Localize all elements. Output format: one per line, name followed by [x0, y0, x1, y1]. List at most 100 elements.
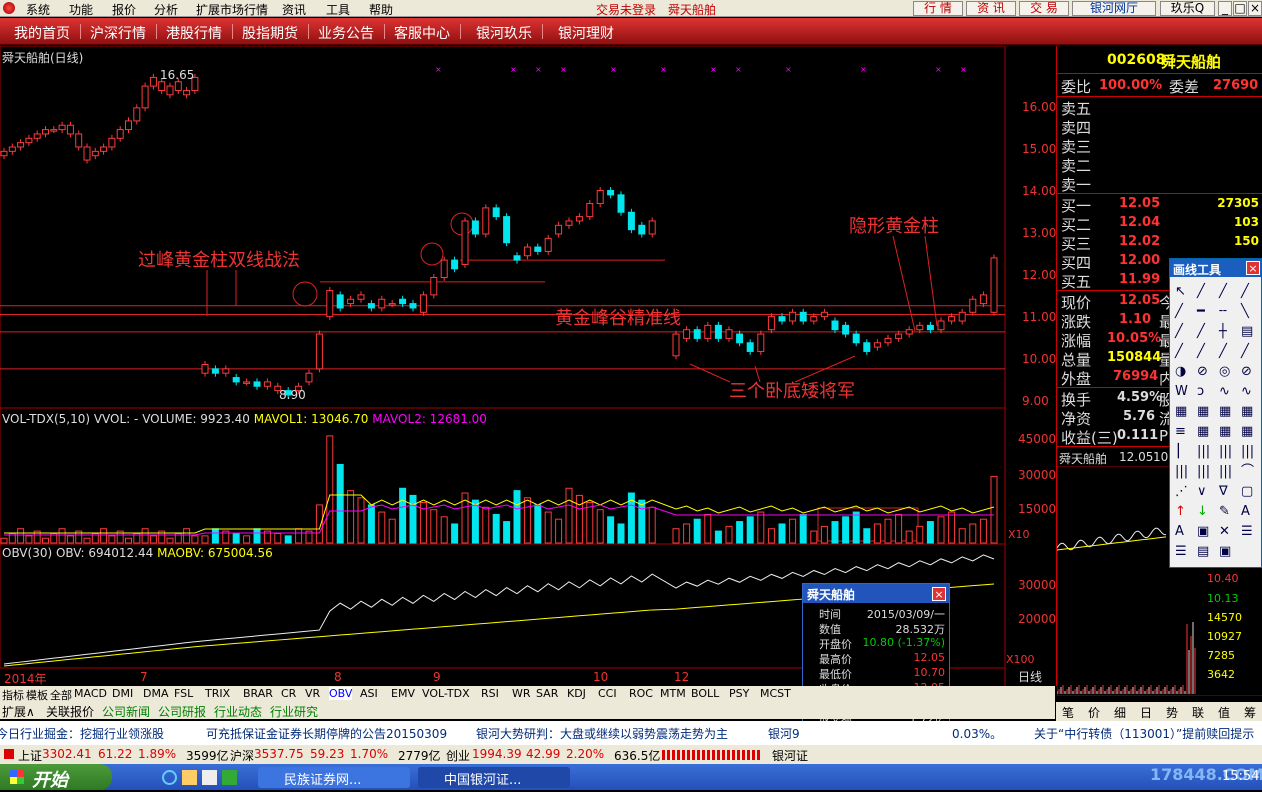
indicator-tab[interactable]: CR: [281, 687, 296, 700]
tab-company-news[interactable]: 公司新闻: [102, 703, 150, 720]
right-tab[interactable]: 日: [1140, 704, 1152, 721]
tab-industry-research[interactable]: 行业研究: [270, 703, 318, 720]
desktop-icon[interactable]: [202, 770, 217, 785]
btn-zixun[interactable]: 资 讯: [966, 1, 1016, 16]
indicator-tab[interactable]: DMI: [112, 687, 133, 700]
right-tab[interactable]: 筹: [1244, 704, 1256, 721]
close-icon[interactable]: ×: [1246, 261, 1260, 275]
indicator-tab[interactable]: BRAR: [243, 687, 273, 700]
windows-logo-icon: [10, 770, 24, 784]
right-tab[interactable]: 细: [1114, 704, 1126, 721]
tab-expand[interactable]: 扩展∧: [2, 703, 35, 720]
indicator-tab[interactable]: CCI: [598, 687, 617, 700]
indicator-tab[interactable]: MCST: [760, 687, 791, 700]
task-minzu[interactable]: 民族证券网...: [258, 767, 410, 788]
nav-notice[interactable]: 业务公告: [318, 23, 374, 43]
menu-help[interactable]: 帮助: [369, 1, 393, 18]
indicator-tab[interactable]: MTM: [660, 687, 686, 700]
indicator-tab[interactable]: WR: [512, 687, 531, 700]
nav-hk[interactable]: 港股行情: [166, 23, 222, 43]
draw-tool-grid[interactable]: ↖ ╱ ╱ ╱ ╱ ━ ╌ ╲ ╱ ╱ ┼ ▤ ╱ ╱ ╱ ╱ ◑ ⊘ ◎ ⊘ W ↄ ∿ ∿ ▦ ▦ ▦ ▦ ≡ ▦ ▦ ▦ ⎮ ||| ||| |…: [1170, 278, 1261, 568]
draw-tool-panel[interactable]: 画线工具 × ↖ ╱ ╱ ╱ ╱ ━ ╌ ╲ ╱ ╱ ┼ ▤ ╱ ╱ ╱ ╱ ◑ ⊘ ◎ ⊘ Wↄ ∿ ∿ ▦ ▦ ▦ ▦ ≡ ▦ ▦ ▦ ⎮…: [1169, 258, 1262, 568]
indicator-tab[interactable]: VR: [305, 687, 320, 700]
event-marker: ×: [560, 65, 567, 74]
indicator-tab[interactable]: 指标: [2, 687, 24, 703]
menu-quote[interactable]: 报价: [112, 1, 136, 18]
ticker-item[interactable]: 关于“中行转债（113001）”提前赎回提示: [1034, 725, 1254, 742]
close-icon[interactable]: ×: [932, 587, 946, 601]
indicator-tab[interactable]: EMV: [391, 687, 415, 700]
hs-label[interactable]: 沪深: [230, 747, 254, 764]
indicator-tab[interactable]: TRIX: [205, 687, 230, 700]
ie-icon[interactable]: [162, 770, 177, 785]
close-button[interactable]: ×: [1248, 1, 1262, 16]
volume-bar: [586, 502, 594, 544]
nav-licai[interactable]: 银河理财: [558, 23, 614, 43]
minimize-button[interactable]: _: [1218, 1, 1232, 16]
nav-jiule[interactable]: 银河玖乐: [476, 23, 532, 43]
indicator-tab[interactable]: PSY: [729, 687, 749, 700]
indicator-tab[interactable]: MACD: [74, 687, 107, 700]
indicator-tab[interactable]: DMA: [143, 687, 169, 700]
ticker-item[interactable]: 今日行业掘金：挖掘行业领涨股: [0, 725, 164, 742]
menu-tools[interactable]: 工具: [326, 1, 350, 18]
period-label[interactable]: 日线: [1018, 668, 1042, 685]
ticker-item[interactable]: 可充抵保证金证券长期停牌的公告20150309: [206, 725, 447, 742]
btn-qq[interactable]: 玖乐Q: [1160, 1, 1215, 16]
app-icon[interactable]: [222, 770, 237, 785]
menu-system[interactable]: 系统: [26, 1, 50, 18]
menu-ext-market[interactable]: 扩展市场行情: [196, 1, 268, 18]
price-tick: 11.00: [1022, 310, 1057, 324]
tab-related-quote[interactable]: 关联报价: [46, 703, 94, 720]
volume-bar: [191, 535, 199, 544]
annotation-hidden-bar: 隐形黄金柱: [849, 216, 939, 237]
nav-service[interactable]: 客服中心: [394, 23, 450, 43]
menu-function[interactable]: 功能: [69, 1, 93, 18]
btn-jiaoyi[interactable]: 交 易: [1019, 1, 1069, 16]
indicator-tab[interactable]: ASI: [360, 687, 378, 700]
folder-icon[interactable]: [182, 770, 197, 785]
indicator-tab[interactable]: SAR: [536, 687, 558, 700]
indicator-tab[interactable]: 模板: [26, 687, 48, 703]
sh-label[interactable]: 上证: [18, 747, 42, 764]
tab-industry-news[interactable]: 行业动态: [214, 703, 262, 720]
right-tab[interactable]: 势: [1166, 704, 1178, 721]
ticker-item[interactable]: 0.03%。: [952, 725, 1002, 742]
volume-bar: [810, 530, 818, 544]
price-tick: 12.00: [1022, 268, 1057, 282]
start-button[interactable]: 开始: [0, 764, 112, 791]
candle-body: [895, 333, 903, 339]
indicator-tab[interactable]: BOLL: [691, 687, 719, 700]
right-tab[interactable]: 价: [1088, 704, 1100, 721]
nav-home[interactable]: 我的首页: [14, 23, 70, 43]
right-tab[interactable]: 联: [1192, 704, 1204, 721]
indicator-tab[interactable]: KDJ: [567, 687, 586, 700]
buy-2-label: 买二: [1061, 216, 1092, 234]
maximize-button[interactable]: □: [1233, 1, 1247, 16]
ticker-item[interactable]: 银河大势研判：大盘或继续以弱势震荡走势为主: [476, 725, 728, 742]
nav-futures[interactable]: 股指期货: [242, 23, 298, 43]
login-status[interactable]: 交易未登录: [596, 1, 656, 18]
indicator-tab[interactable]: RSI: [481, 687, 499, 700]
hs-change: 59.23: [310, 747, 345, 761]
tab-company-research[interactable]: 公司研报: [158, 703, 206, 720]
date-tick: 8: [334, 670, 342, 684]
indicator-tab[interactable]: ROC: [629, 687, 653, 700]
annotation-three-generals: 三个卧底矮将军: [729, 381, 855, 402]
indicator-tab[interactable]: OBV: [329, 687, 353, 700]
right-tab[interactable]: 笔: [1062, 704, 1074, 721]
indicator-tab[interactable]: VOL-TDX: [422, 687, 470, 700]
task-yinhe[interactable]: 中国银河证...: [418, 767, 570, 788]
indicator-tab[interactable]: FSL: [174, 687, 193, 700]
stat-value: 12.05: [1119, 293, 1161, 308]
menu-news[interactable]: 资讯: [282, 1, 306, 18]
ticker-item[interactable]: 银河9: [768, 725, 800, 742]
btn-gallery[interactable]: 银河网厅: [1072, 1, 1156, 16]
indicator-tab[interactable]: 全部: [50, 687, 72, 703]
right-tab[interactable]: 值: [1218, 704, 1230, 721]
btn-hangqing[interactable]: 行 情: [913, 1, 963, 16]
cy-label[interactable]: 创业: [446, 747, 470, 764]
nav-hushen[interactable]: 沪深行情: [90, 23, 146, 43]
candle-body: [461, 220, 469, 265]
menu-analysis[interactable]: 分析: [154, 1, 178, 18]
